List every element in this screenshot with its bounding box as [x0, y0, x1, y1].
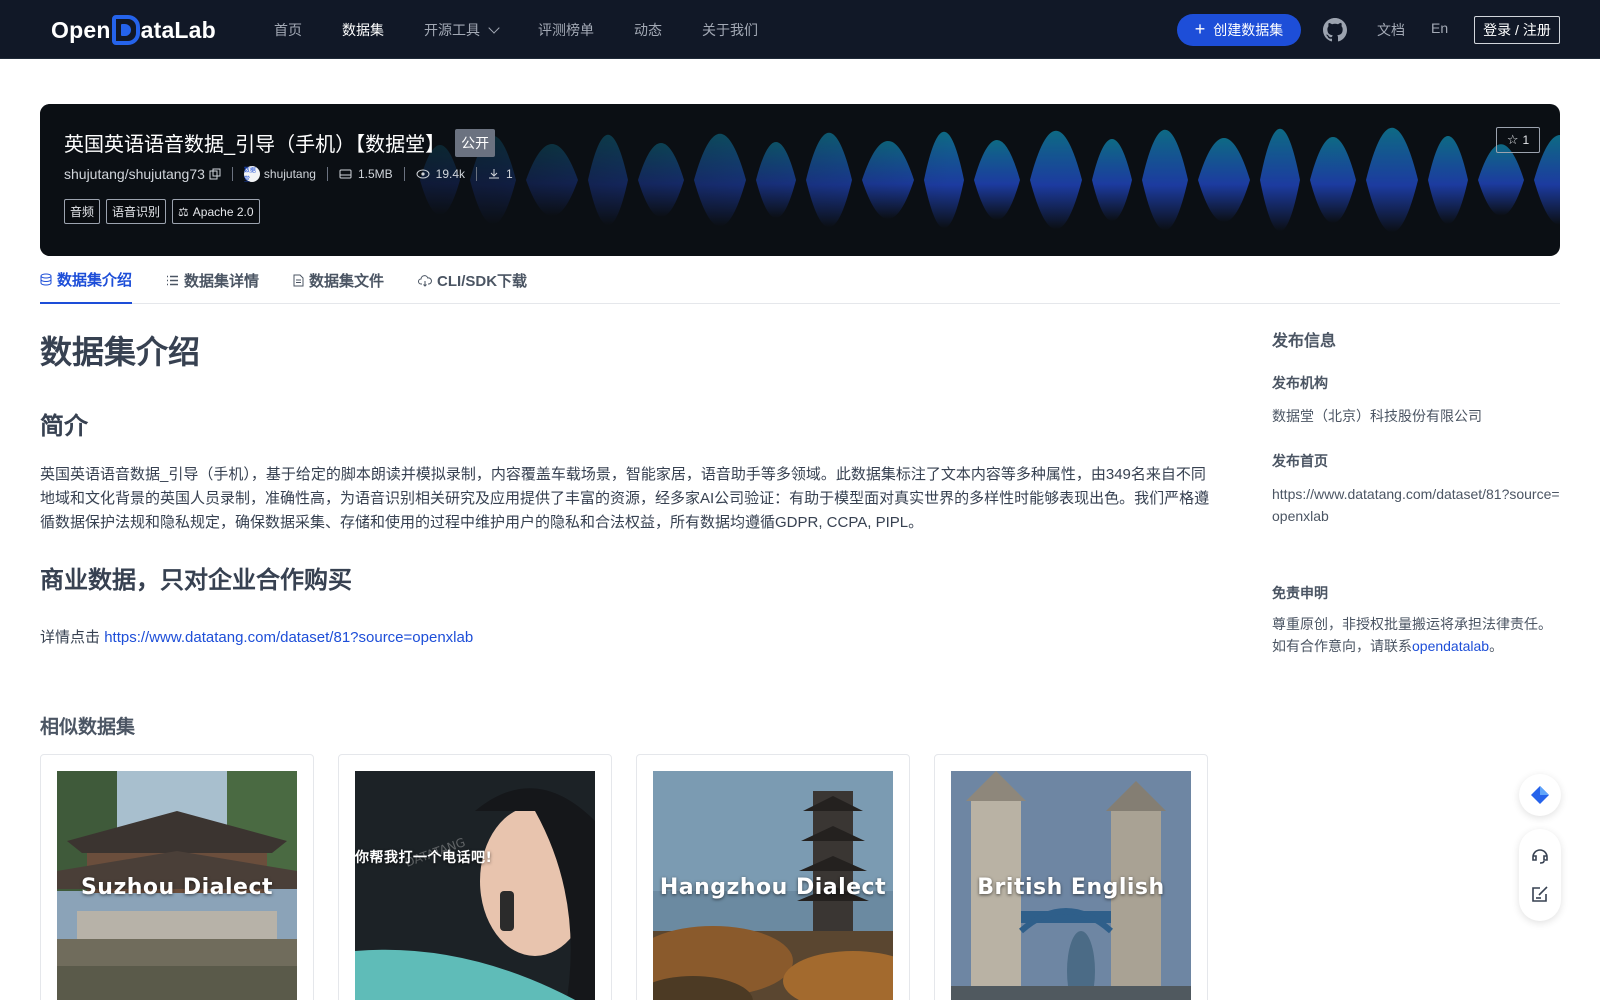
github-icon[interactable] — [1323, 18, 1347, 42]
nav-news[interactable]: 动态 — [634, 20, 662, 40]
card-caption: Suzhou Dialect — [80, 875, 274, 900]
star-icon: ☆ — [1506, 132, 1519, 147]
disclaimer-label: 免责申明 — [1272, 585, 1328, 601]
copy-icon[interactable] — [209, 168, 221, 180]
intro-text: 英国英语语音数据_引导（手机），基于给定的脚本朗读并模拟录制，内容覆盖车载场景，… — [40, 466, 1210, 531]
detail-link[interactable]: https://www.datatang.com/dataset/81?sour… — [104, 629, 473, 646]
similar-dataset-card[interactable]: Suzhou Dialect — [40, 754, 314, 1000]
visibility-badge: 公开 — [455, 128, 496, 157]
logo-d-mark — [111, 15, 140, 45]
top-navbar: Open ataLab 首页 数据集 开源工具 评测榜单 动态 关于我们 + 创建数… — [0, 0, 1600, 59]
opendatalab-logo[interactable]: Open ataLab — [51, 14, 216, 46]
disclaimer-text: 尊重原创，非授权批量搬运将承担法律责任。如有合作意向，请联系opendatala… — [1272, 613, 1562, 657]
nav-leaderboard[interactable]: 评测榜单 — [538, 20, 594, 40]
eye-icon — [416, 169, 430, 179]
feedback-edit-icon[interactable] — [1530, 884, 1550, 904]
floating-toolbar — [1519, 829, 1561, 921]
dataset-thumbnail: Suzhou Dialect — [57, 771, 297, 1000]
star-button[interactable]: ☆ 1 — [1496, 127, 1540, 153]
create-dataset-label: 创建数据集 — [1213, 22, 1284, 38]
language-switch[interactable]: En — [1431, 20, 1448, 36]
dataset-thumbnail: British English — [951, 771, 1191, 1000]
commercial-heading: 商业数据，只对企业合作购买 — [40, 567, 352, 594]
publish-info-sidebar: 发布信息 发布机构 数据堂（北京）科技股份有限公司 发布首页 https://w… — [1272, 327, 1562, 657]
nav-datasets[interactable]: 数据集 — [342, 20, 384, 40]
tab-files[interactable]: 数据集文件 — [293, 263, 384, 304]
publisher-value: 数据堂（北京）科技股份有限公司 — [1272, 408, 1482, 424]
dataset-meta-row: shujutang/shujutang73 数据堂 shujutang 1.5M… — [64, 166, 513, 183]
storage-icon — [339, 168, 352, 180]
tag-speech-recognition[interactable]: 语音识别 — [106, 199, 167, 224]
divider — [476, 167, 477, 181]
scale-icon: ⚖ — [178, 204, 189, 219]
download-count: 1 — [506, 167, 513, 181]
similar-dataset-card[interactable]: DATATANG 你帮我打一个电话吧! — [338, 754, 612, 1000]
logo-text-datalab: ataLab — [140, 16, 216, 43]
detail-line: 详情点击 https://www.datatang.com/dataset/81… — [40, 626, 1210, 650]
create-dataset-button[interactable]: + 创建数据集 — [1177, 14, 1301, 46]
card-caption: Hangzhou Dialect — [659, 875, 887, 900]
tag-list: 音频 语音识别 ⚖ Apache 2.0 — [64, 199, 266, 224]
repo-path: shujutang/shujutang73 — [64, 166, 205, 182]
nav-about[interactable]: 关于我们 — [702, 20, 758, 40]
disclaimer-end: 。 — [1489, 638, 1504, 654]
view-count: 19.4k — [435, 167, 465, 181]
similar-dataset-card[interactable]: British English — [934, 754, 1208, 1000]
intro-heading: 简介 — [40, 413, 88, 440]
list-icon — [166, 275, 179, 286]
database-icon — [40, 273, 52, 286]
cloud-download-icon — [418, 274, 432, 287]
detail-prefix: 详情点击 — [40, 629, 101, 646]
similar-dataset-card[interactable]: Hangzhou Dialect — [636, 754, 910, 1000]
dataset-size: 1.5MB — [357, 167, 393, 181]
license-tag[interactable]: ⚖ Apache 2.0 — [172, 199, 260, 224]
tab-cli-sdk-label: CLI/SDK下载 — [437, 273, 528, 290]
license-label: Apache 2.0 — [192, 204, 254, 219]
logo-text-open: Open — [51, 16, 111, 43]
tab-details[interactable]: 数据集详情 — [166, 263, 259, 304]
divider — [231, 167, 233, 181]
login-register-button[interactable]: 登录 / 注册 — [1474, 16, 1560, 44]
nav-home[interactable]: 首页 — [274, 20, 302, 40]
dataset-thumbnail: DATATANG 你帮我打一个电话吧! — [355, 771, 595, 1000]
publisher-label: 发布机构 — [1272, 375, 1328, 391]
nav-docs[interactable]: 文档 — [1377, 20, 1405, 40]
card-caption: 你帮我打一个电话吧! — [355, 850, 493, 866]
nav-tools-label: 开源工具 — [424, 21, 480, 38]
owner-name[interactable]: shujutang — [264, 167, 316, 181]
tab-cli-sdk[interactable]: CLI/SDK下载 — [418, 263, 527, 304]
contact-link[interactable]: opendatalab — [1412, 638, 1489, 654]
card-caption: British English — [977, 875, 1165, 900]
plus-icon: + — [1194, 18, 1206, 39]
homepage-label: 发布首页 — [1272, 453, 1328, 469]
diamond-logo-icon — [1531, 786, 1549, 804]
headset-icon[interactable] — [1530, 846, 1550, 866]
content-heading: 数据集介绍 — [40, 334, 201, 370]
woman-phone-image: DATATANG — [355, 771, 595, 1000]
dataset-tabs: 数据集介绍 数据集详情 数据集文件 CLI/SDK下载 — [40, 263, 1560, 304]
tag-audio[interactable]: 音频 — [64, 199, 101, 224]
publish-info-title: 发布信息 — [1272, 333, 1337, 350]
assistant-float-button[interactable] — [1519, 774, 1561, 816]
homepage-link[interactable]: https://www.datatang.com/dataset/81?sour… — [1272, 483, 1562, 527]
tab-introduction[interactable]: 数据集介绍 — [40, 263, 133, 304]
readme-content: 数据集介绍 简介 英国英语语音数据_引导（手机），基于给定的脚本朗读并模拟录制，… — [40, 327, 1210, 650]
file-icon — [293, 274, 304, 287]
tab-details-label: 数据集详情 — [184, 273, 260, 290]
dataset-thumbnail: Hangzhou Dialect — [653, 771, 893, 1000]
dataset-title-row: 英国英语语音数据_引导（手机）【数据堂】 公开 — [64, 128, 496, 157]
divider — [403, 167, 405, 181]
similar-datasets-heading: 相似数据集 — [40, 717, 136, 738]
main-nav: 首页 数据集 开源工具 评测榜单 动态 关于我们 — [274, 0, 798, 59]
download-icon — [488, 168, 500, 180]
divider — [326, 167, 328, 181]
chevron-down-icon — [488, 21, 500, 34]
dataset-header-banner: 英国英语语音数据_引导（手机）【数据堂】 公开 shujutang/shujut… — [40, 104, 1560, 256]
star-count: 1 — [1522, 133, 1530, 147]
tab-files-label: 数据集文件 — [309, 273, 385, 290]
owner-avatar: 数据堂 — [243, 166, 260, 183]
dataset-title: 英国英语语音数据_引导（手机）【数据堂】 — [64, 134, 446, 156]
tab-introduction-label: 数据集介绍 — [57, 272, 133, 289]
nav-tools[interactable]: 开源工具 — [424, 20, 500, 40]
